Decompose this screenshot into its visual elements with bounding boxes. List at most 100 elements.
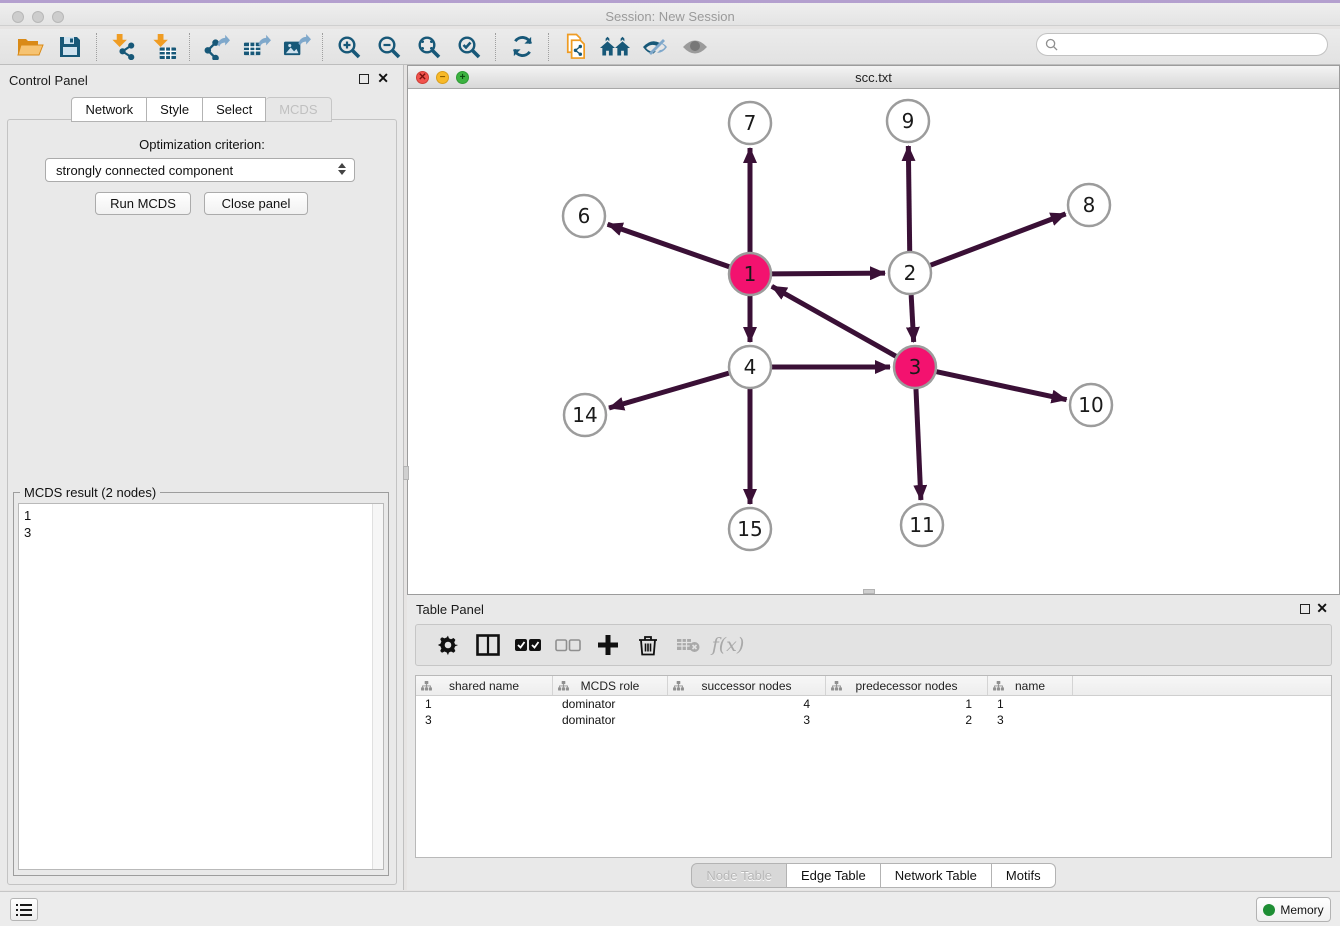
column-header-shared-name[interactable]: shared name xyxy=(416,676,553,695)
node-table-body[interactable]: 1dominator4113dominator323 xyxy=(416,696,1331,728)
edge-2-8[interactable] xyxy=(931,214,1066,265)
edge-2-9[interactable] xyxy=(908,146,909,251)
tab-network-table[interactable]: Network Table xyxy=(881,863,992,888)
task-history-button[interactable] xyxy=(10,898,38,921)
tab-edge-table[interactable]: Edge Table xyxy=(787,863,881,888)
table-cell: 2 xyxy=(826,712,988,728)
add-column-icon xyxy=(598,635,618,655)
function-builder-button: f(x) xyxy=(710,629,746,661)
run-mcds-button[interactable]: Run MCDS xyxy=(95,192,191,215)
select-all-rows-button[interactable] xyxy=(510,629,546,661)
hide-panels-button[interactable] xyxy=(635,32,675,62)
vertical-splitter-handle[interactable] xyxy=(403,466,409,480)
node-table-header[interactable]: shared name MCDS rolesuccessor nodesprede… xyxy=(416,676,1331,696)
network-graph-canvas[interactable]: 1234678910111415 xyxy=(408,89,1339,594)
tab-style[interactable]: Style xyxy=(147,97,203,122)
column-visibility-button[interactable] xyxy=(470,629,506,661)
edge-3-1[interactable] xyxy=(772,286,896,356)
column-header-MCDS-role[interactable]: MCDS role xyxy=(553,676,668,695)
search-box[interactable] xyxy=(1036,33,1328,56)
node-label-6: 6 xyxy=(578,204,591,228)
edge-2-3[interactable] xyxy=(911,295,914,342)
criterion-dropdown[interactable]: strongly connected component xyxy=(45,158,355,182)
tab-select[interactable]: Select xyxy=(203,97,266,122)
mcds-result-scrollbar[interactable] xyxy=(372,504,383,869)
tab-mcds[interactable]: MCDS xyxy=(266,97,331,122)
dropdown-arrows-icon xyxy=(338,163,346,175)
table-cell: 3 xyxy=(668,712,826,728)
tab-motifs[interactable]: Motifs xyxy=(992,863,1056,888)
edge-1-2[interactable] xyxy=(772,273,885,274)
table-cell: dominator xyxy=(553,696,668,712)
node-label-9: 9 xyxy=(902,109,915,133)
import-network-button[interactable] xyxy=(103,32,143,62)
network-view-window: ✕ − + scc.txt 1234678910111415 xyxy=(407,65,1340,595)
add-column-button[interactable] xyxy=(590,629,626,661)
export-table-button[interactable] xyxy=(236,32,276,62)
open-session-button[interactable] xyxy=(10,32,50,62)
close-panel-icon[interactable]: ✕ xyxy=(377,70,389,87)
column-header-predecessor-nodes[interactable]: predecessor nodes xyxy=(826,676,988,695)
network-window-titlebar[interactable]: ✕ − + scc.txt xyxy=(408,66,1339,89)
close-table-panel-icon[interactable]: ✕ xyxy=(1316,600,1328,617)
float-panel-icon[interactable] xyxy=(359,74,369,84)
edge-3-11[interactable] xyxy=(916,389,921,500)
zoom-in-button[interactable] xyxy=(329,32,369,62)
memory-status-icon xyxy=(1263,904,1275,916)
refresh-button[interactable] xyxy=(502,32,542,62)
control-panel: Control Panel ✕ NetworkStyleSelectMCDS O… xyxy=(0,65,404,890)
edge-4-14[interactable] xyxy=(609,373,729,408)
tab-node-table[interactable]: Node Table xyxy=(691,863,787,888)
duplicate-network-button[interactable] xyxy=(555,32,595,62)
function-builder-icon: f(x) xyxy=(712,634,745,656)
delete-rows-button[interactable] xyxy=(630,629,666,661)
mcds-result-text: 1 3 xyxy=(24,507,31,541)
table-row[interactable]: 3dominator323 xyxy=(416,712,1331,728)
save-session-icon xyxy=(58,35,82,59)
edge-1-6[interactable] xyxy=(608,224,730,266)
column-label: shared name xyxy=(449,679,519,693)
node-label-7: 7 xyxy=(744,111,757,135)
save-session-button[interactable] xyxy=(50,32,90,62)
table-cell: 3 xyxy=(988,712,1073,728)
list-icon xyxy=(16,903,32,917)
column-header-successor-nodes[interactable]: successor nodes xyxy=(668,676,826,695)
control-panel-tabs: NetworkStyleSelectMCDS xyxy=(0,97,403,122)
close-panel-button[interactable]: Close panel xyxy=(204,192,308,215)
hide-panels-icon xyxy=(641,35,669,59)
memory-button[interactable]: Memory xyxy=(1256,897,1331,922)
node-label-4: 4 xyxy=(744,355,757,379)
import-table-button[interactable] xyxy=(143,32,183,62)
node-table[interactable]: shared name MCDS rolesuccessor nodesprede… xyxy=(415,675,1332,858)
delete-column-icon xyxy=(676,637,700,653)
column-type-icon xyxy=(993,681,1004,691)
tab-network[interactable]: Network xyxy=(71,97,147,122)
export-network-icon xyxy=(203,33,230,60)
status-bar: Memory xyxy=(0,891,1340,926)
table-settings-button[interactable] xyxy=(430,629,466,661)
search-icon xyxy=(1045,38,1058,51)
network-overview-button[interactable] xyxy=(595,32,635,62)
toolbar-separator xyxy=(322,33,323,61)
table-settings-icon xyxy=(437,634,459,656)
node-label-10: 10 xyxy=(1078,393,1103,417)
import-network-icon xyxy=(110,33,137,60)
zoom-fit-button[interactable] xyxy=(409,32,449,62)
export-network-button[interactable] xyxy=(196,32,236,62)
edge-3-10[interactable] xyxy=(937,372,1067,400)
float-table-panel-icon[interactable] xyxy=(1300,604,1310,614)
column-header-name[interactable]: name xyxy=(988,676,1073,695)
optimization-criterion-label: Optimization criterion: xyxy=(8,137,396,152)
deselect-all-rows-button[interactable] xyxy=(550,629,586,661)
table-cell: dominator xyxy=(553,712,668,728)
table-cell: 1 xyxy=(416,696,553,712)
horizontal-splitter-handle[interactable] xyxy=(863,589,875,594)
network-view-title: scc.txt xyxy=(408,70,1339,85)
zoom-selected-button[interactable] xyxy=(449,32,489,62)
column-type-icon xyxy=(421,681,432,691)
search-input[interactable] xyxy=(1058,35,1327,54)
zoom-out-button[interactable] xyxy=(369,32,409,62)
export-image-button[interactable] xyxy=(276,32,316,62)
table-row[interactable]: 1dominator411 xyxy=(416,696,1331,712)
mcds-result-textarea[interactable]: 1 3 xyxy=(18,503,384,870)
